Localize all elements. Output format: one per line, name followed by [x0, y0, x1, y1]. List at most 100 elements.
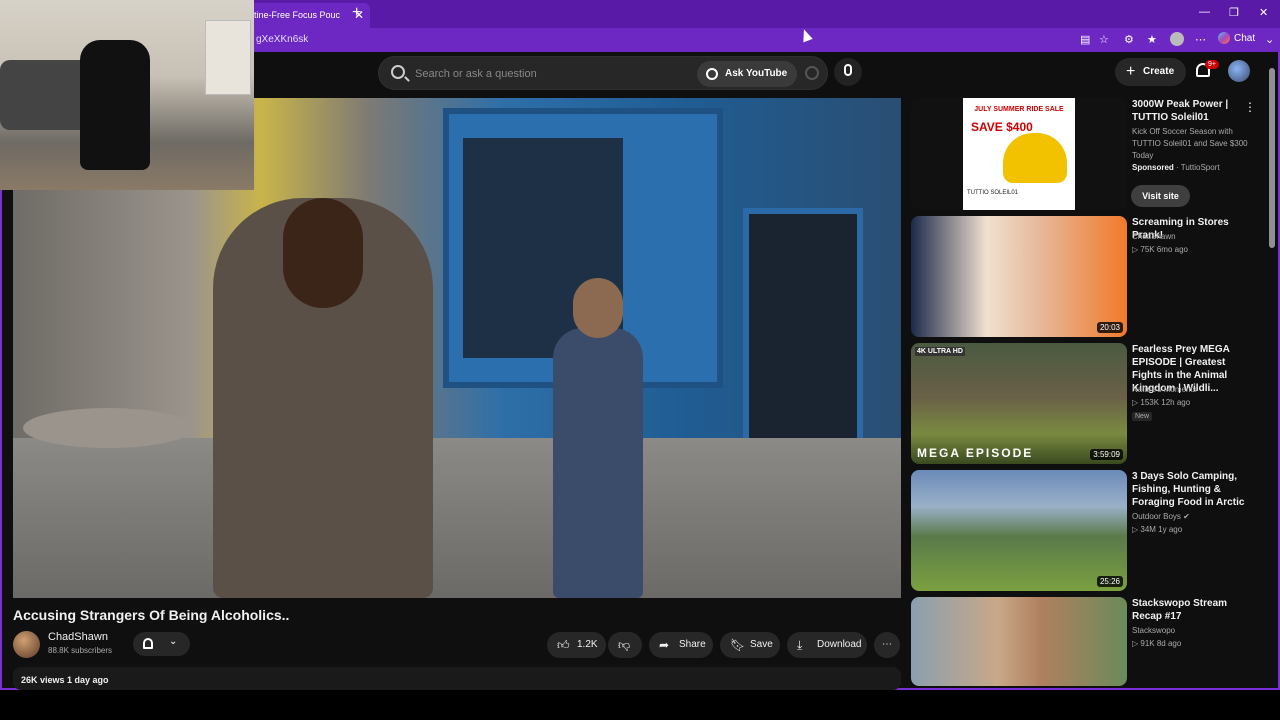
- mic-icon: [844, 64, 852, 76]
- rec-channel[interactable]: ChadShawn: [1132, 231, 1176, 243]
- description-box[interactable]: 26K views 1 day ago: [13, 667, 901, 690]
- restore-icon[interactable]: ❐: [1229, 6, 1239, 19]
- ask-icon: [706, 68, 718, 80]
- rec-video-4[interactable]: Stackswopo Stream Recap #17 Stackswopo ▷…: [911, 597, 1261, 686]
- scene-head-left: [283, 198, 363, 308]
- bell-icon: [143, 638, 153, 649]
- close-window-icon[interactable]: ✕: [1259, 6, 1268, 19]
- duration-label: 20:03: [1096, 322, 1123, 333]
- voice-search-button[interactable]: [834, 58, 862, 86]
- cam-chair: [80, 40, 150, 170]
- rec-channel[interactable]: Outdoor Boys ✔: [1132, 511, 1190, 523]
- video-title: Accusing Strangers Of Being Alcoholics..: [13, 607, 290, 623]
- thumbs-up-icon: 👍︎: [557, 638, 570, 652]
- ad-title[interactable]: 3000W Peak Power | TUTTIO Soleil01: [1132, 98, 1257, 124]
- active-tab[interactable]: tine-Free Focus Pouc ✕: [240, 3, 370, 28]
- thumb-caption: MEGA EPISODE: [917, 446, 1034, 460]
- like-count: 1.2K: [577, 639, 598, 650]
- rec-video-3[interactable]: 25:26 3 Days Solo Camping, Fishing, Hunt…: [911, 470, 1261, 591]
- search-submit-icon[interactable]: [805, 66, 819, 80]
- rec-channel[interactable]: Stackswopo: [1132, 625, 1175, 637]
- copilot-icon: [1218, 32, 1230, 44]
- more-icon: ⋯: [882, 639, 892, 650]
- download-label: Download: [817, 639, 862, 650]
- ad-description: Kick Off Soccer Season with TUTTIO Solei…: [1132, 127, 1248, 160]
- minimize-icon[interactable]: —: [1199, 6, 1210, 18]
- account-avatar[interactable]: [1228, 60, 1250, 82]
- new-badge: New: [1132, 412, 1153, 421]
- ad-card[interactable]: JULY SUMMER RIDE SALE SAVE $400 TUTTIO S…: [911, 98, 1261, 210]
- ad-sponsor-line: Sponsored · TuttioSport: [1132, 162, 1220, 174]
- webcam-overlay: [0, 0, 254, 190]
- share-button[interactable]: ➦ Share: [649, 632, 713, 658]
- rec-title[interactable]: Stackswopo Stream Recap #17: [1132, 597, 1257, 623]
- rec-video-1[interactable]: 20:03 Screaming in Stores Prank! ChadSha…: [911, 216, 1261, 337]
- ad-banner-brand: TUTTIO SOLEIL01: [967, 190, 1019, 196]
- cam-door: [205, 20, 251, 95]
- favorite-icon[interactable]: ☆: [1099, 33, 1109, 46]
- plus-icon: +: [1126, 63, 1136, 80]
- rec-video-2[interactable]: 4K ULTRA HD MEGA EPISODE 3:59:09 Fearles…: [911, 343, 1261, 464]
- reader-icon[interactable]: ▤: [1080, 33, 1090, 46]
- kebab-menu-icon[interactable]: ⋮: [1244, 100, 1256, 114]
- tab-title: tine-Free Focus Pouc: [254, 10, 341, 20]
- ask-youtube-button[interactable]: Ask YouTube: [697, 61, 798, 87]
- ad-motorbike: [1003, 133, 1067, 183]
- more-icon[interactable]: ⋯: [1195, 33, 1206, 46]
- search-input[interactable]: Search or ask a question: [415, 68, 537, 80]
- search-icon: [391, 65, 405, 79]
- create-button[interactable]: + Create: [1115, 58, 1187, 86]
- channel-text: Outdoor Boys: [1132, 512, 1181, 521]
- rec-thumbnail[interactable]: 20:03: [911, 216, 1127, 337]
- scrollbar-thumb[interactable]: [1269, 68, 1275, 248]
- rec-title[interactable]: 3 Days Solo Camping, Fishing, Hunting & …: [1132, 470, 1257, 509]
- rec-stats: ▷ 153K 12h ago: [1132, 398, 1191, 407]
- verified-icon: ✔: [1183, 512, 1190, 521]
- download-button[interactable]: ⤓ Download: [787, 632, 867, 658]
- channel-avatar[interactable]: [13, 631, 40, 658]
- copilot-chat-button[interactable]: Chat: [1218, 32, 1255, 44]
- rec-thumbnail[interactable]: 25:26: [911, 470, 1127, 591]
- visit-site-button[interactable]: Visit site: [1131, 185, 1190, 207]
- search-box[interactable]: Search or ask a question Ask YouTube: [378, 56, 828, 90]
- profile-avatar[interactable]: [1170, 32, 1184, 46]
- subscriber-count: 88.8K subscribers: [48, 646, 113, 655]
- sidebar-toggle-icon[interactable]: ⌄: [1265, 33, 1274, 46]
- url-text[interactable]: gXeXKn6sk: [256, 34, 308, 45]
- channel-name[interactable]: ChadShawn: [48, 631, 108, 643]
- youtube-header: Search or ask a question Ask YouTube + C…: [254, 54, 1280, 94]
- ad-banner: JULY SUMMER RIDE SALE SAVE $400 TUTTIO S…: [963, 98, 1075, 210]
- save-button[interactable]: 🔖︎ Save: [720, 632, 780, 658]
- thumbs-down-icon: 👎︎: [618, 638, 631, 652]
- rec-thumbnail[interactable]: [911, 597, 1127, 686]
- rec-thumbnail[interactable]: 4K ULTRA HD MEGA EPISODE 3:59:09: [911, 343, 1127, 464]
- new-tab-icon[interactable]: +: [352, 4, 361, 22]
- duration-label: 3:59:09: [1090, 449, 1123, 460]
- share-icon: ➦: [659, 638, 670, 652]
- favorites-list-icon[interactable]: ★: [1147, 33, 1157, 46]
- scene-person-right: [553, 328, 643, 598]
- more-actions-button[interactable]: ⋯: [874, 632, 900, 658]
- subscribed-button[interactable]: ⌄: [133, 632, 190, 656]
- bookmark-icon: 🔖︎: [730, 638, 746, 652]
- page-scrollbar[interactable]: [1268, 56, 1276, 686]
- uhd-tag: 4K ULTRA HD: [915, 347, 965, 356]
- rec-stats: ▷ 75K 6mo ago: [1132, 245, 1188, 254]
- rec-stats: ▷ 34M 1y ago: [1132, 525, 1183, 534]
- chat-label: Chat: [1234, 32, 1256, 44]
- extension-icon[interactable]: ⚙: [1124, 33, 1134, 46]
- download-icon: ⤓: [797, 638, 803, 652]
- ad-thumbnail[interactable]: JULY SUMMER RIDE SALE SAVE $400 TUTTIO S…: [911, 98, 1127, 210]
- chevron-down-icon: ⌄: [169, 636, 178, 647]
- scene-table: [23, 408, 193, 448]
- views-date: 26K views 1 day ago: [21, 675, 109, 685]
- ask-label: Ask YouTube: [725, 68, 788, 79]
- rec-channel[interactable]: Nature's Moments: [1132, 384, 1197, 396]
- like-button[interactable]: 👍︎ 1.2K: [547, 632, 606, 658]
- scene-head-right: [573, 278, 623, 338]
- save-label: Save: [750, 639, 773, 650]
- dislike-button[interactable]: 👎︎: [608, 632, 642, 658]
- create-label: Create: [1143, 66, 1175, 77]
- duration-label: 25:26: [1096, 576, 1123, 587]
- scene-sidewalk: [13, 438, 901, 598]
